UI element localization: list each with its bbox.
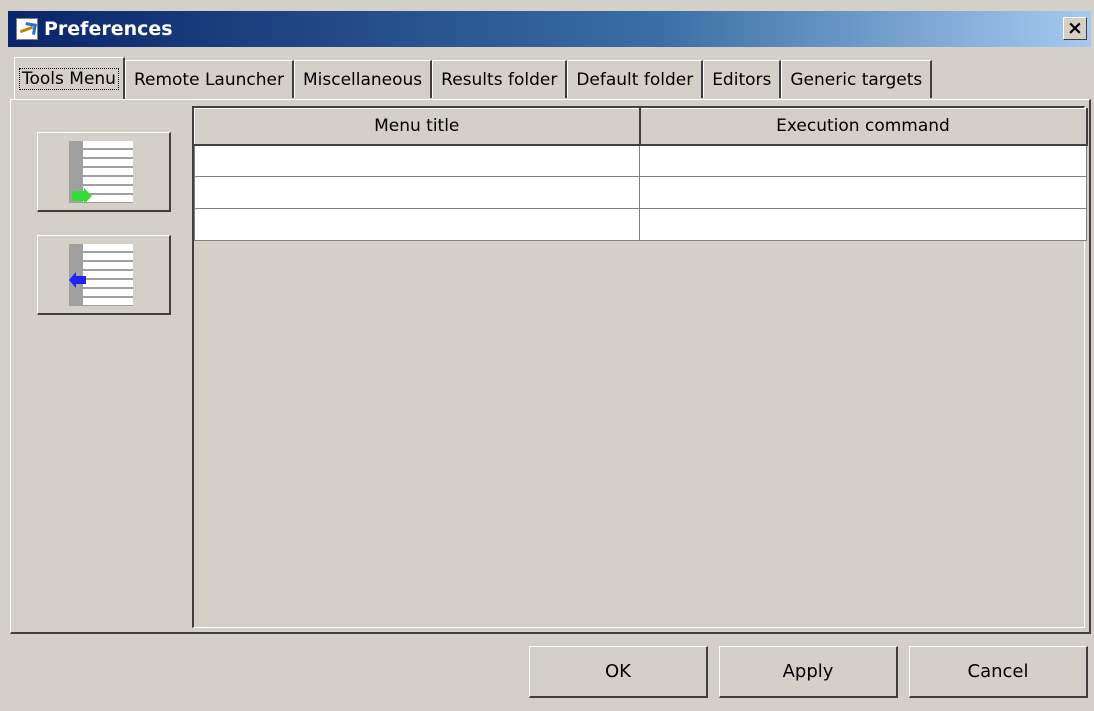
tools-menu-grid: Menu title Execution command — [192, 106, 1088, 628]
close-button[interactable]: × — [1063, 17, 1087, 40]
tab-results-folder[interactable]: Results folder — [432, 60, 568, 98]
table-row — [194, 176, 1087, 209]
tab-label: Remote Launcher — [133, 69, 284, 90]
apply-button[interactable]: Apply — [719, 646, 898, 698]
tab-strip: Tools Menu Remote Launcher Miscellaneous… — [14, 57, 933, 99]
tab-editors[interactable]: Editors — [703, 60, 782, 98]
add-menu-item-button[interactable] — [37, 132, 171, 212]
title-bar[interactable]: Preferences × — [8, 11, 1091, 47]
side-panel — [11, 100, 191, 632]
remove-menu-item-button[interactable] — [37, 235, 171, 315]
tab-label: Default folder — [576, 69, 694, 90]
tab-label: Results folder — [441, 69, 558, 90]
table-row — [194, 208, 1087, 241]
execution-command-cell[interactable] — [639, 208, 1087, 241]
cancel-button[interactable]: Cancel — [909, 646, 1088, 698]
tab-tools-menu[interactable]: Tools Menu — [14, 57, 125, 99]
execution-command-cell[interactable] — [639, 176, 1087, 209]
tab-remote-launcher[interactable]: Remote Launcher — [124, 60, 294, 98]
preferences-dialog: Preferences × Tools Menu Remote Launcher… — [0, 0, 1094, 711]
menu-title-cell[interactable] — [194, 208, 640, 241]
add-row-icon — [69, 141, 133, 204]
tab-label: Editors — [712, 69, 772, 90]
tab-generic-targets[interactable]: Generic targets — [781, 60, 933, 98]
tab-label: Tools Menu — [19, 67, 119, 90]
column-header-menu-title[interactable]: Menu title — [194, 108, 641, 146]
tools-menu-page: Menu title Execution command — [10, 99, 1091, 634]
column-header-execution-command[interactable]: Execution command — [639, 108, 1088, 146]
table-row — [194, 144, 1087, 177]
tab-miscellaneous[interactable]: Miscellaneous — [293, 60, 433, 98]
tab-label: Miscellaneous — [302, 69, 423, 90]
tab-default-folder[interactable]: Default folder — [567, 60, 704, 98]
tab-label: Generic targets — [790, 69, 923, 90]
remove-row-icon — [69, 244, 133, 306]
ok-button[interactable]: OK — [529, 646, 708, 698]
menu-title-cell[interactable] — [194, 144, 640, 177]
window-title: Preferences — [44, 18, 173, 40]
execution-command-cell[interactable] — [639, 144, 1087, 177]
menu-title-cell[interactable] — [194, 176, 640, 209]
app-icon — [16, 18, 38, 40]
